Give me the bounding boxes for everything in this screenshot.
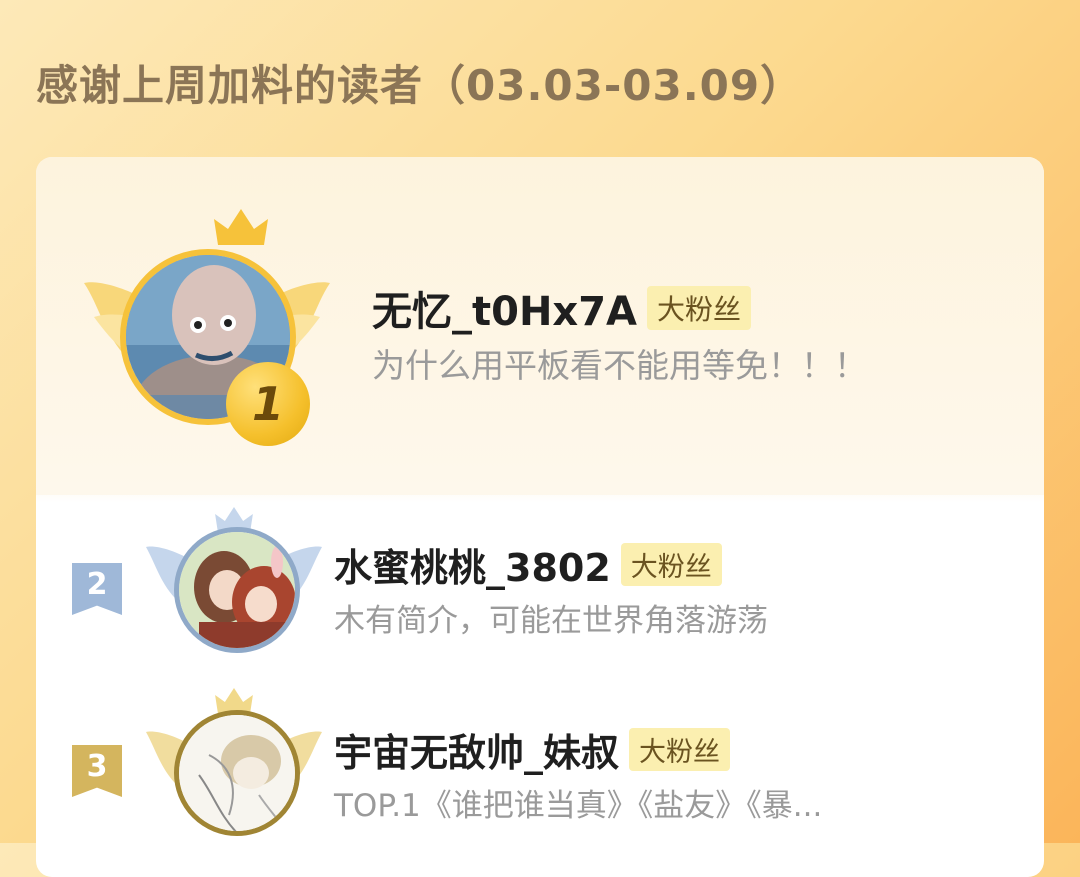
avatar-image xyxy=(179,532,295,648)
rank-2-flag: 2 xyxy=(72,563,122,615)
rank-number: 1 xyxy=(251,377,284,431)
rank-number: 3 xyxy=(86,749,108,784)
reader-name[interactable]: 无忆_t0Hx7A 大粉丝 xyxy=(372,279,752,337)
ranking-item-2[interactable]: 2 水蜜桃桃_3802 大粉丝 木有简介，可能在世界角落游荡 xyxy=(36,495,1044,680)
ranking-card: 1 无忆_t0Hx7A 大粉丝 为什么用平板看不能用等免！！！ 2 水蜜桃桃_3… xyxy=(36,157,1044,877)
avatar[interactable] xyxy=(174,527,300,653)
rank-1-badge: 1 xyxy=(226,362,310,446)
avatar-image xyxy=(179,715,295,831)
rank-number: 2 xyxy=(86,567,108,602)
ranking-item-3[interactable]: 3 宇宙无敌帅_妹叔 大粉丝 TOP.1《谁把谁当真》《盐友》《暴... xyxy=(36,680,1044,877)
reader-name-text: 无忆_t0Hx7A xyxy=(372,289,638,335)
reader-description: 木有简介，可能在世界角落游荡 xyxy=(334,603,768,639)
reader-name-text: 水蜜桃桃_3802 xyxy=(334,546,611,590)
ranking-item-1[interactable]: 1 无忆_t0Hx7A 大粉丝 为什么用平板看不能用等免！！！ xyxy=(36,157,1044,495)
reader-description: 为什么用平板看不能用等免！！！ xyxy=(372,346,867,385)
reader-description: TOP.1《谁把谁当真》《盐友》《暴... xyxy=(334,788,823,824)
fan-level-badge: 大粉丝 xyxy=(620,543,722,586)
reader-name[interactable]: 水蜜桃桃_3802 大粉丝 xyxy=(334,537,722,592)
reader-name-text: 宇宙无敌帅_妹叔 xyxy=(334,731,620,775)
page-title: 感谢上周加料的读者（03.03-03.09） xyxy=(36,61,804,110)
avatar[interactable] xyxy=(174,710,300,836)
reader-name[interactable]: 宇宙无敌帅_妹叔 大粉丝 xyxy=(334,722,731,777)
rank-3-flag: 3 xyxy=(72,745,122,797)
gold-crown-icon xyxy=(214,209,268,245)
fan-level-badge: 大粉丝 xyxy=(647,286,752,330)
fan-level-badge: 大粉丝 xyxy=(629,728,731,771)
